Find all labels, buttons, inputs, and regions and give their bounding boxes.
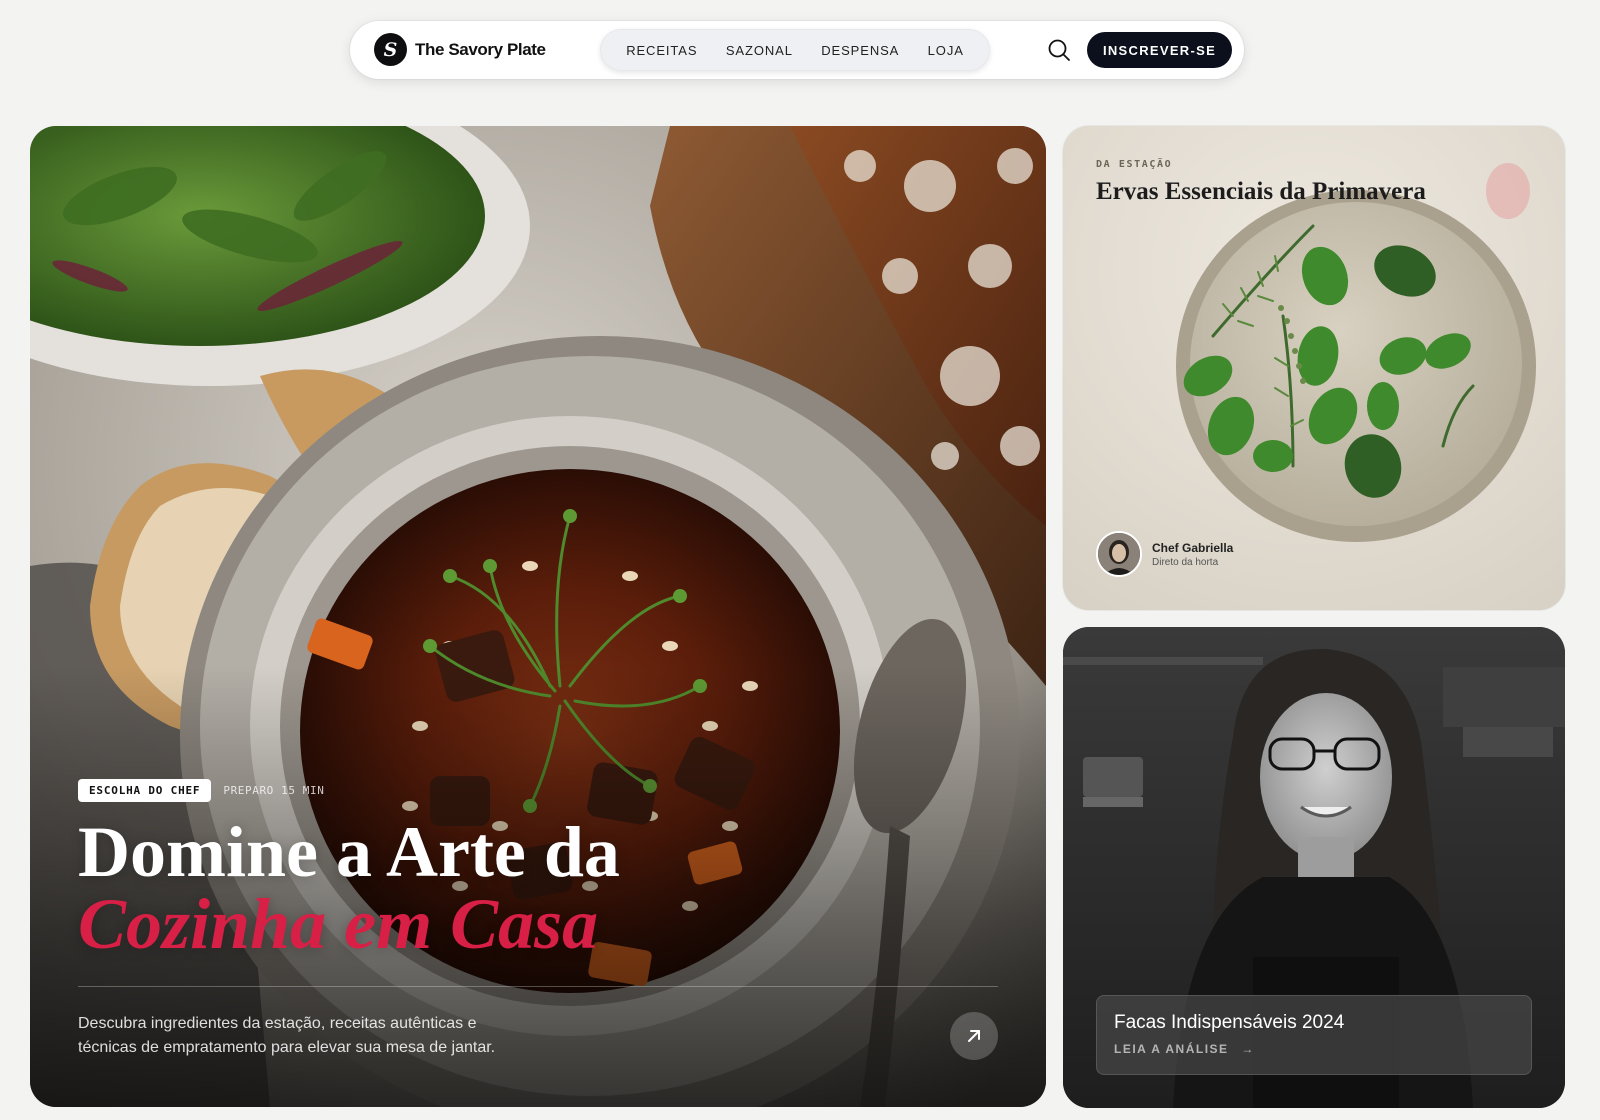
- hero-tags: ESCOLHA DO CHEF PREPARO 15 MIN: [78, 779, 324, 802]
- arrow-up-right-icon: [968, 1030, 980, 1042]
- search-button[interactable]: [1047, 38, 1071, 62]
- chef-name: Chef Gabriella: [1152, 540, 1234, 555]
- subscribe-button[interactable]: INSCREVER-SE: [1087, 32, 1232, 68]
- herbs-title: Ervas Essenciais da Primavera: [1096, 178, 1426, 205]
- prep-time: PREPARO 15 MIN: [223, 784, 325, 797]
- hero-title: Domine a Arte da Cozinha em Casa: [78, 816, 978, 960]
- knives-review-card[interactable]: Facas Indispensáveis 2024 LEIA A ANÁLISE…: [1063, 627, 1565, 1108]
- arrow-right-icon: →: [1241, 1042, 1255, 1056]
- brand-mark: S: [374, 33, 407, 66]
- chef-avatar: [1096, 531, 1142, 577]
- herbs-eyebrow: DA ESTAÇÃO: [1096, 159, 1173, 170]
- hero-open-button[interactable]: [950, 1012, 998, 1060]
- hero-card[interactable]: ESCOLHA DO CHEF PREPARO 15 MIN Domine a …: [30, 126, 1046, 1107]
- knives-title: Facas Indispensáveis 2024: [1114, 1012, 1345, 1033]
- knives-info-panel: Facas Indispensáveis 2024 LEIA A ANÁLISE…: [1096, 995, 1532, 1075]
- brand-logo[interactable]: S The Savory Plate: [374, 33, 546, 66]
- nav-link-sazonal[interactable]: SAZONAL: [726, 43, 793, 58]
- read-review-label: LEIA A ANÁLISE: [1114, 1042, 1229, 1056]
- chef-subtitle: Direto da horta: [1152, 556, 1219, 568]
- nav-link-loja[interactable]: LOJA: [928, 43, 964, 58]
- hero-title-line1: Domine a Arte da: [78, 812, 620, 892]
- hero-description: Descubra ingredientes da estação, receit…: [78, 1015, 496, 1056]
- nav-link-receitas[interactable]: RECEITAS: [626, 43, 697, 58]
- brand-name: The Savory Plate: [415, 39, 546, 59]
- seasonal-herbs-card[interactable]: DA ESTAÇÃO Ervas Essenciais da Primavera…: [1063, 126, 1565, 610]
- search-icon: [1048, 39, 1070, 61]
- nav-links: RECEITAS SAZONAL DESPENSA LOJA: [600, 29, 990, 71]
- nav-link-despensa[interactable]: DESPENSA: [821, 43, 899, 58]
- hero-divider: [78, 986, 998, 987]
- hero-title-line2: Cozinha em Casa: [78, 884, 599, 964]
- top-navigation: S The Savory Plate RECEITAS SAZONAL DESP…: [350, 21, 1244, 79]
- chef-choice-badge: ESCOLHA DO CHEF: [78, 779, 212, 802]
- chef-byline: Chef Gabriella Direto da horta: [1096, 531, 1233, 577]
- read-review-link[interactable]: LEIA A ANÁLISE →: [1114, 1042, 1255, 1056]
